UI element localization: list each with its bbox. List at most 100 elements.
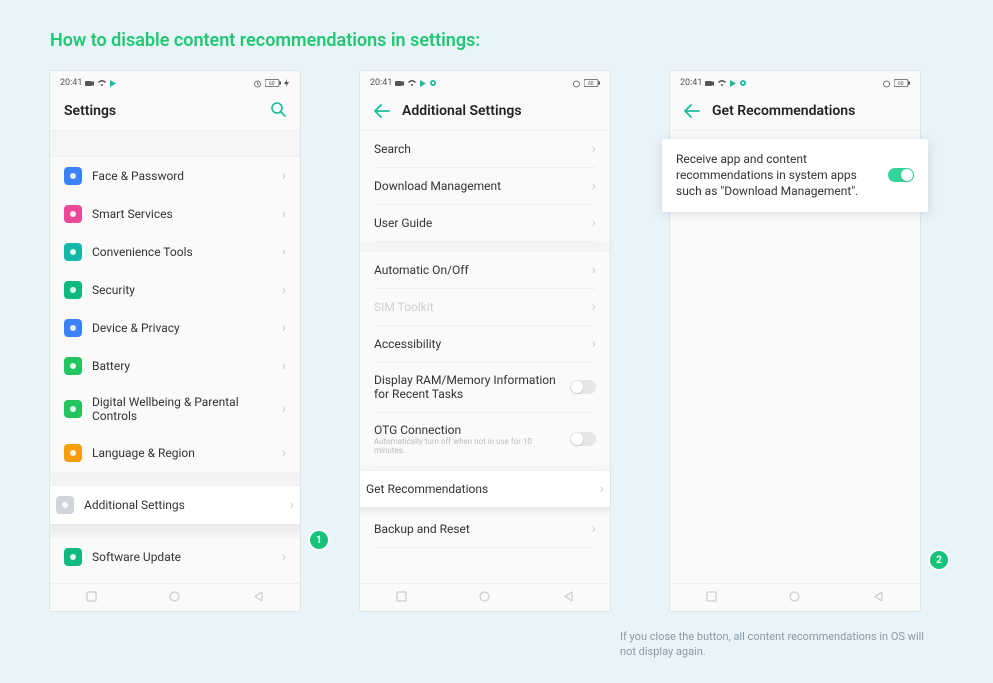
- settings-row[interactable]: Automatic On/Off›: [360, 252, 610, 288]
- phone-get-recommendations: 20:41 60 Get Recommendations Receive app…: [670, 71, 920, 611]
- nav-home-icon[interactable]: [479, 591, 490, 605]
- back-icon[interactable]: [684, 104, 700, 118]
- status-bar: 20:41 60: [50, 71, 300, 91]
- nav-back-icon[interactable]: [873, 591, 884, 605]
- svg-text:60: 60: [898, 81, 904, 87]
- row-label: Backup and Reset: [374, 522, 582, 536]
- settings-row[interactable]: Display RAM/Memory Information for Recen…: [360, 363, 610, 412]
- row-label: Additional Settings: [84, 498, 280, 512]
- chevron-right-icon: ›: [282, 401, 286, 417]
- chevron-right-icon: ›: [592, 299, 596, 315]
- toggle[interactable]: [570, 380, 596, 394]
- chevron-right-icon: ›: [290, 497, 294, 513]
- row-label: Accessibility: [374, 337, 582, 351]
- gear-mini-icon: [739, 79, 747, 87]
- chevron-right-icon: ›: [282, 320, 286, 336]
- row-label: OTG ConnectionAutomatically turn off whe…: [374, 423, 560, 456]
- chevron-right-icon: ›: [592, 178, 596, 194]
- header-title: Settings: [64, 103, 116, 119]
- settings-row[interactable]: About Phone›: [50, 576, 300, 583]
- play-icon: [730, 80, 736, 87]
- settings-row[interactable]: Get Recommendations›: [360, 471, 610, 507]
- status-time: 20:41: [370, 78, 392, 88]
- back-icon[interactable]: [374, 104, 390, 118]
- chevron-right-icon: ›: [592, 141, 596, 157]
- row-label: Device & Privacy: [92, 321, 272, 335]
- settings-row[interactable]: Download Management ›: [360, 168, 610, 204]
- nav-home-icon[interactable]: [169, 591, 180, 605]
- settings-row[interactable]: Smart Services›: [50, 195, 300, 233]
- settings-row[interactable]: Device & Privacy ›: [50, 309, 300, 347]
- alarm-icon: [882, 79, 891, 88]
- search-icon[interactable]: [270, 101, 286, 121]
- settings-row[interactable]: Security ›: [50, 271, 300, 309]
- battery-icon: 60: [584, 79, 600, 87]
- header: Settings: [50, 91, 300, 131]
- wifi-icon: [717, 79, 727, 87]
- row-label: Language & Region: [92, 446, 272, 460]
- play-icon: [110, 80, 116, 87]
- recommendations-callout: Receive app and content recommendations …: [662, 139, 928, 212]
- app-icon: [64, 548, 82, 566]
- app-icon: [56, 496, 74, 514]
- app-icon: [64, 400, 82, 418]
- play-icon: [420, 80, 426, 87]
- phone-additional-settings: 20:41 60 Additional Settings Search›Down…: [360, 71, 610, 611]
- nav-back-icon[interactable]: [253, 591, 264, 605]
- nav-bar: [360, 583, 610, 611]
- settings-row[interactable]: OTG ConnectionAutomatically turn off whe…: [360, 413, 610, 466]
- camera-icon: [85, 80, 94, 87]
- row-label: Search: [374, 142, 582, 156]
- settings-row[interactable]: Battery›: [50, 347, 300, 385]
- nav-recent-icon[interactable]: [706, 591, 717, 605]
- charge-icon: [284, 79, 290, 87]
- settings-row[interactable]: Search ›: [360, 131, 610, 167]
- status-time: 20:41: [680, 78, 702, 88]
- phone-settings-main: 20:41 60 Settings Face & Password›Smart …: [50, 71, 300, 611]
- settings-row[interactable]: Backup and Reset ›: [360, 511, 610, 547]
- gear-mini-icon: [429, 79, 437, 87]
- settings-row[interactable]: User Guide›: [360, 205, 610, 241]
- settings-row[interactable]: Face & Password›: [50, 157, 300, 195]
- chevron-right-icon: ›: [592, 336, 596, 352]
- nav-recent-icon[interactable]: [396, 591, 407, 605]
- nav-home-icon[interactable]: [789, 591, 800, 605]
- app-icon: [64, 281, 82, 299]
- nav-bar: [670, 583, 920, 611]
- battery-icon: 60: [894, 79, 910, 87]
- settings-row[interactable]: Additional Settings ›: [50, 486, 300, 524]
- svg-text:60: 60: [588, 81, 594, 87]
- header: Get Recommendations: [670, 91, 920, 131]
- chevron-right-icon: ›: [600, 481, 604, 497]
- chevron-right-icon: ›: [282, 445, 286, 461]
- chevron-right-icon: ›: [592, 521, 596, 537]
- settings-row[interactable]: Language & Region ›: [50, 434, 300, 472]
- app-icon: [64, 357, 82, 375]
- row-label: Automatic On/Off: [374, 263, 582, 277]
- toggle[interactable]: [570, 432, 596, 446]
- settings-row[interactable]: Software Update›: [50, 538, 300, 576]
- row-label: Security: [92, 283, 272, 297]
- row-label: Display RAM/Memory Information for Recen…: [374, 373, 560, 402]
- alarm-icon: [572, 79, 581, 88]
- settings-row[interactable]: Digital Wellbeing & Parental Controls›: [50, 385, 300, 434]
- row-label: Download Management: [374, 179, 582, 193]
- settings-row[interactable]: Convenience Tools›: [50, 233, 300, 271]
- nav-recent-icon[interactable]: [86, 591, 97, 605]
- recommendations-toggle[interactable]: [888, 168, 914, 182]
- footer-note: If you close the button, all content rec…: [620, 630, 930, 660]
- app-icon: [64, 205, 82, 223]
- nav-bar: [50, 583, 300, 611]
- chevron-right-icon: ›: [282, 358, 286, 374]
- header-title: Additional Settings: [402, 103, 522, 119]
- settings-row[interactable]: Accessibility ›: [360, 326, 610, 362]
- settings-row[interactable]: SIM Toolkit›: [360, 289, 610, 325]
- app-icon: [64, 319, 82, 337]
- chevron-right-icon: ›: [282, 168, 286, 184]
- app-icon: [64, 243, 82, 261]
- chevron-right-icon: ›: [282, 282, 286, 298]
- row-label: User Guide: [374, 216, 582, 230]
- row-sublabel: Automatically turn off when not in use f…: [374, 438, 560, 456]
- step-badge-2: 2: [930, 551, 948, 569]
- nav-back-icon[interactable]: [563, 591, 574, 605]
